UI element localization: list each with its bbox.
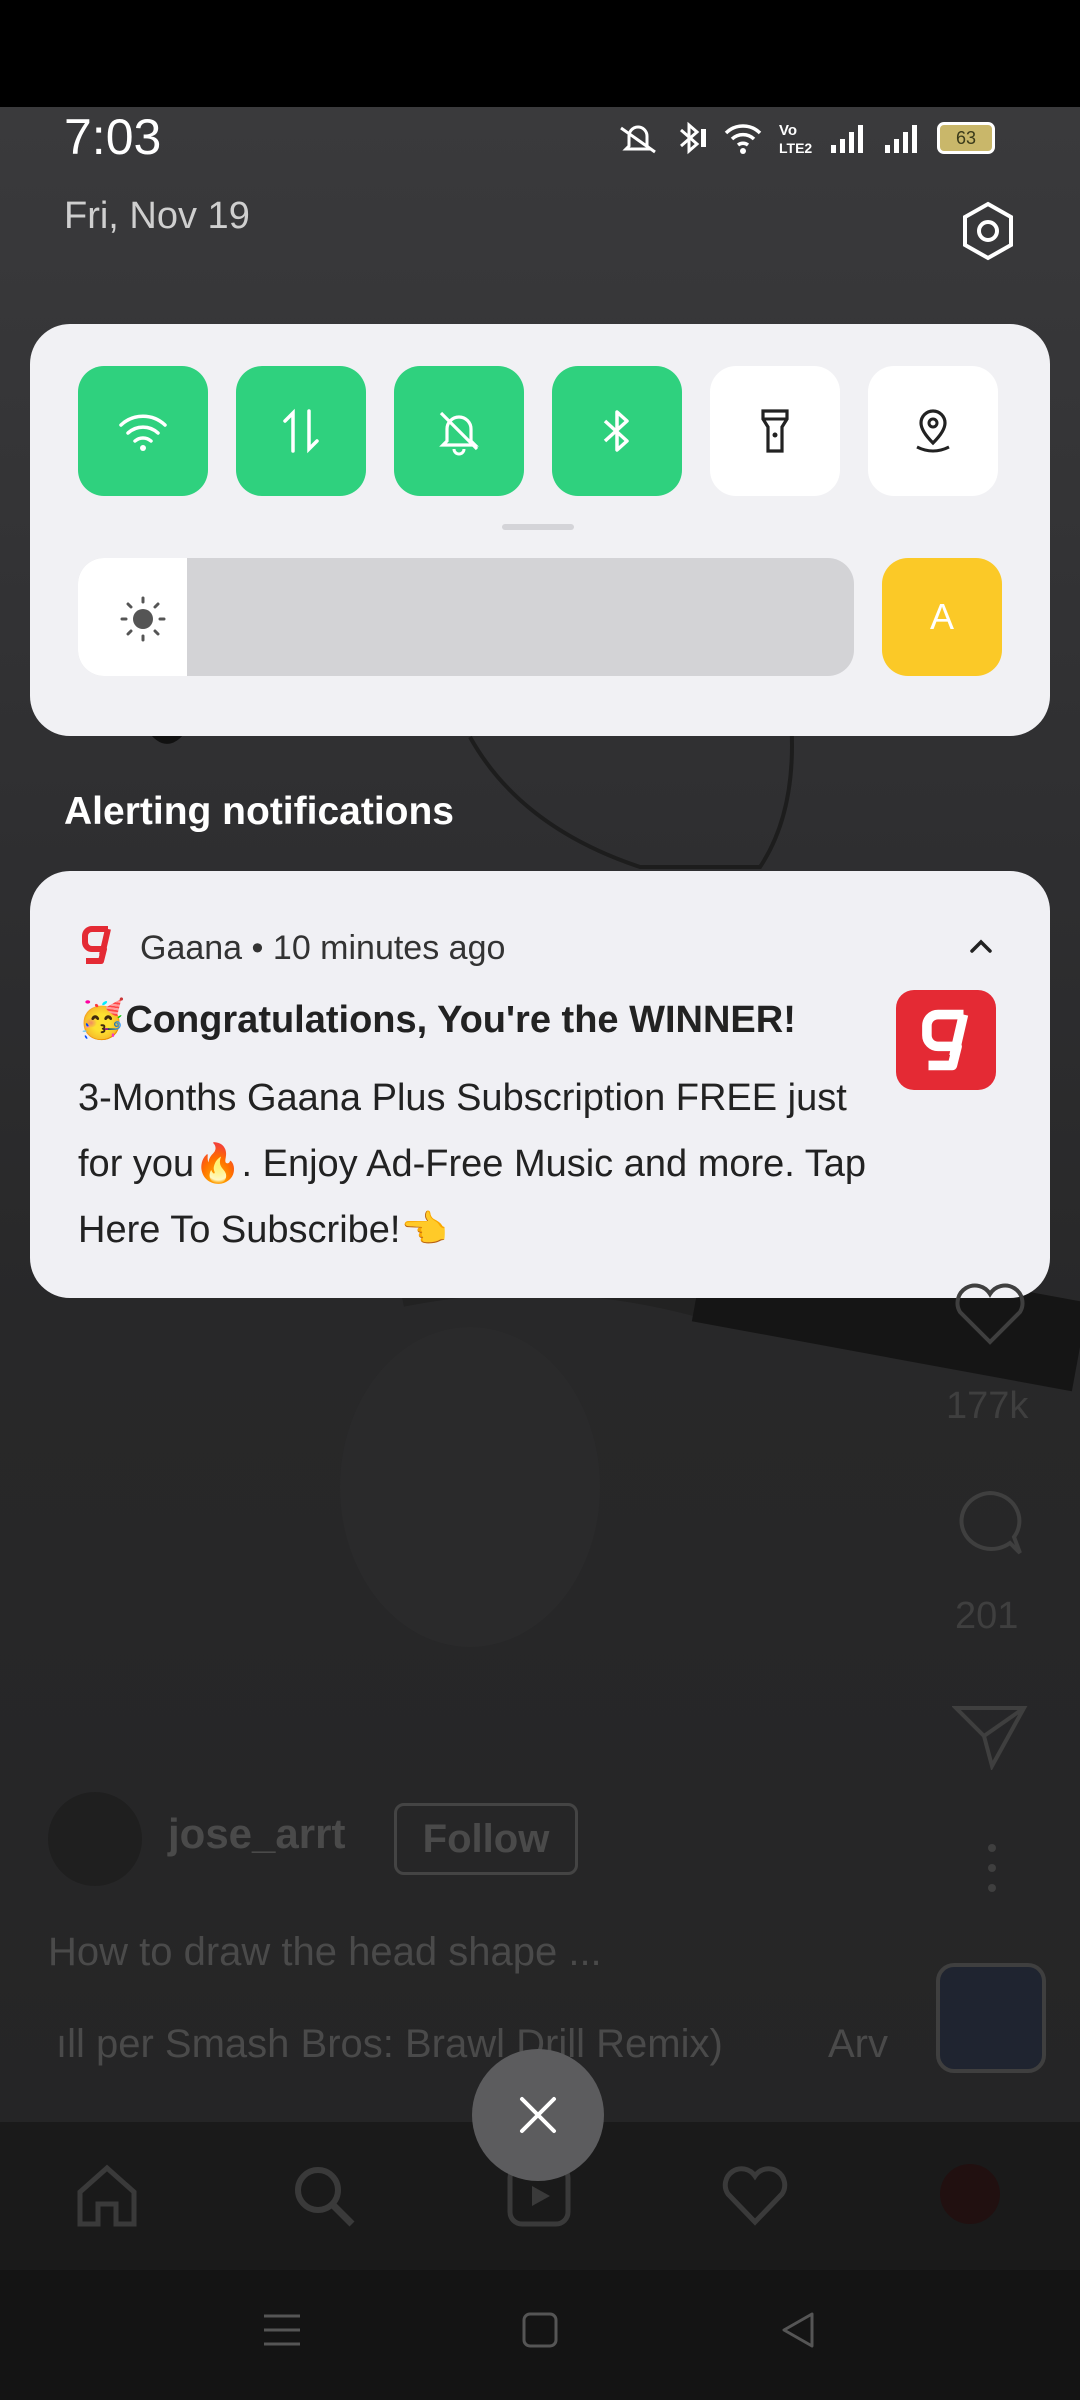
panel-drag-handle[interactable] <box>502 524 574 530</box>
notification-meta: Gaana • 10 minutes ago <box>140 929 505 968</box>
settings-gear-icon[interactable] <box>958 200 1018 262</box>
gaana-notification[interactable]: Gaana • 10 minutes ago 🥳Congratulations,… <box>30 871 1050 1298</box>
wifi-status-icon <box>724 124 762 154</box>
music-bars-icon: ıll <box>56 2022 96 2066</box>
notifications-section-title: Alerting notifications <box>64 790 454 833</box>
chevron-up-icon[interactable] <box>966 931 996 961</box>
quick-settings-panel: A <box>30 324 1050 736</box>
date-label: Fri, Nov 19 <box>64 195 250 237</box>
wifi-tile[interactable] <box>78 366 208 496</box>
flashlight-tile[interactable] <box>710 366 840 496</box>
more-options-icon[interactable] <box>982 1840 1002 1896</box>
audio-track-title: per Smash Bros: Brawl Drill Remix) <box>96 2022 723 2066</box>
username[interactable]: jose_arrt <box>168 1810 345 1858</box>
follow-button[interactable]: Follow <box>394 1803 578 1875</box>
auto-brightness-button[interactable]: A <box>882 558 1002 676</box>
gaana-thumbnail <box>896 990 996 1090</box>
share-send-icon[interactable] <box>952 1700 1028 1770</box>
wifi-icon <box>119 414 167 451</box>
system-nav-bar <box>0 2270 1080 2400</box>
svg-text:Vo: Vo <box>779 122 797 139</box>
mobile-data-tile[interactable] <box>236 366 366 496</box>
flashlight-icon <box>761 409 789 453</box>
like-heart-icon[interactable] <box>950 1280 1030 1350</box>
bluetooth-tile[interactable] <box>552 366 682 496</box>
bluetooth-status-icon <box>680 121 706 155</box>
recents-menu-icon[interactable] <box>262 2310 302 2350</box>
activity-heart-icon[interactable] <box>720 2160 790 2230</box>
signal-2-icon <box>885 125 917 153</box>
location-pin-icon <box>916 409 950 453</box>
mute-tile[interactable] <box>394 366 524 496</box>
signal-1-icon <box>831 125 863 153</box>
notification-time: 10 minutes ago <box>272 929 506 967</box>
profile-avatar[interactable] <box>940 2164 1000 2224</box>
notification-body: 3-Months Gaana Plus Subscription FREE ju… <box>78 1077 866 1251</box>
svg-text:LTE2: LTE2 <box>779 140 812 156</box>
brightness-slider[interactable] <box>78 558 854 676</box>
volte-icon: VoLTE2 <box>779 122 812 156</box>
notification-title: 🥳Congratulations, You're the WINNER! <box>78 999 796 1041</box>
data-arrows-icon <box>283 408 319 454</box>
notification-app-name: Gaana <box>140 929 243 967</box>
sun-icon <box>120 596 166 642</box>
search-icon[interactable] <box>288 2160 358 2230</box>
audio-track-trailing: Arv <box>828 2022 888 2066</box>
comments-count: 201 <box>955 1595 1019 1637</box>
top-black-bar <box>0 0 1080 107</box>
bell-off-icon <box>439 411 479 456</box>
meta-separator: • <box>251 929 264 967</box>
audio-thumbnail[interactable] <box>936 1963 1046 2073</box>
bluetooth-icon <box>603 410 629 452</box>
home-icon[interactable] <box>72 2160 142 2230</box>
close-button[interactable] <box>472 2049 604 2181</box>
battery-icon: 63 <box>937 122 995 154</box>
caption[interactable]: How to draw the head shape ... <box>48 1930 602 1975</box>
clock: 7:03 <box>64 109 162 165</box>
location-tile[interactable] <box>868 366 998 496</box>
vibrate-mute-icon <box>620 125 656 154</box>
gaana-app-icon <box>82 926 111 964</box>
comment-icon[interactable] <box>950 1485 1030 1565</box>
close-icon <box>520 2097 556 2133</box>
gaana-logo-icon <box>922 1009 969 1071</box>
home-square-icon[interactable] <box>520 2310 560 2350</box>
avatar[interactable] <box>48 1792 142 1886</box>
likes-count: 177k <box>946 1385 1029 1427</box>
audio-track[interactable]: ıll per Smash Bros: Brawl Drill Remix) <box>56 2022 723 2067</box>
status-icons: Vo LTE2 63 <box>615 118 995 158</box>
back-triangle-icon[interactable] <box>778 2310 818 2350</box>
